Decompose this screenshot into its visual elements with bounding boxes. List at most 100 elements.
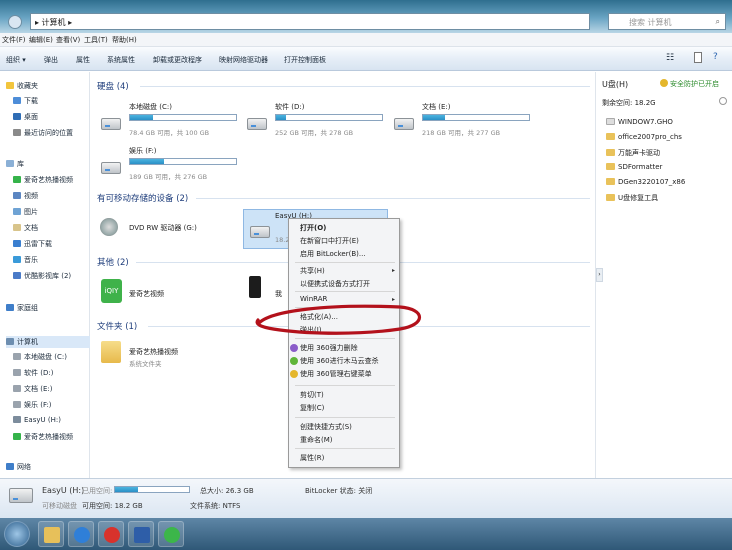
- drive-f-name[interactable]: 娱乐 (F:): [129, 146, 157, 156]
- file-item[interactable]: office2007pro_chs: [606, 133, 682, 141]
- taskbar: [0, 518, 732, 550]
- help-icon[interactable]: ?: [713, 52, 718, 62]
- drive-e-name[interactable]: 文档 (E:): [422, 102, 450, 112]
- dvd-drive-name[interactable]: DVD RW 驱动器 (G:): [129, 223, 197, 233]
- status-usage-bar: [114, 486, 190, 493]
- menu-open-portable[interactable]: 以便携式设备方式打开: [300, 279, 370, 289]
- sidebar-item-downloads[interactable]: 下载: [13, 96, 38, 106]
- menu-separator: [295, 262, 395, 263]
- file-item[interactable]: U盘修复工具: [606, 193, 658, 203]
- sidebar-item-drive-f[interactable]: 娱乐 (F:): [13, 400, 52, 410]
- sidebar-item-videos[interactable]: 视频: [13, 191, 38, 201]
- status-type: 可移动磁盘: [42, 502, 77, 510]
- menu-bitlocker[interactable]: 启用 BitLocker(B)...: [300, 249, 366, 259]
- menu-open-new-window[interactable]: 在新窗口中打开(E): [300, 236, 359, 246]
- computer-icon: [6, 338, 14, 345]
- file-item[interactable]: DGen3220107_x86: [606, 178, 685, 186]
- file-item[interactable]: 万能声卡驱动: [606, 148, 660, 158]
- uninstall-button[interactable]: 卸载或更改程序: [153, 55, 202, 65]
- menu-separator: [295, 385, 395, 386]
- drive-c-name[interactable]: 本地磁盘 (C:): [129, 102, 172, 112]
- network-item[interactable]: 网络: [6, 462, 31, 472]
- sidebar-item-youku[interactable]: 优酷影视库 (2): [13, 271, 71, 281]
- computer-group[interactable]: 计算机: [6, 336, 90, 348]
- folder-icon: [606, 149, 615, 156]
- menu-share[interactable]: 共享(H): [300, 266, 325, 276]
- menu-create-shortcut[interactable]: 创建快捷方式(S): [300, 422, 352, 432]
- folder-icon: [606, 163, 615, 170]
- folder-icon: [101, 341, 121, 363]
- start-orb-icon[interactable]: [4, 521, 30, 547]
- file-explorer-icon[interactable]: [38, 521, 64, 547]
- sidebar-item-drive-c[interactable]: 本地磁盘 (C:): [13, 352, 67, 362]
- favorites-group[interactable]: 收藏夹: [6, 81, 38, 91]
- file-item[interactable]: SDFormatter: [606, 163, 662, 171]
- folder-section-title[interactable]: 文件夹 (1): [97, 320, 137, 332]
- menu-360-manage[interactable]: 使用 360管理右键菜单: [300, 369, 372, 379]
- eject-button[interactable]: 弹出: [44, 55, 58, 65]
- other-section-title[interactable]: 其他 (2): [97, 256, 129, 268]
- security-status[interactable]: 安全防护已开启: [660, 79, 719, 89]
- menu-rename[interactable]: 重命名(M): [300, 435, 333, 445]
- sidebar-item-desktop[interactable]: 桌面: [13, 112, 38, 122]
- sidebar-item-drive-e[interactable]: 文档 (E:): [13, 384, 52, 394]
- menu-copy[interactable]: 复制(C): [300, 403, 324, 413]
- dvd-drive-icon: [100, 218, 118, 236]
- word-app-icon[interactable]: [128, 521, 154, 547]
- star-icon: [6, 82, 14, 89]
- map-drive-button[interactable]: 映射网络驱动器: [219, 55, 268, 65]
- hard-drive-icon: [101, 162, 121, 174]
- sidebar-item-music[interactable]: 音乐: [13, 255, 38, 265]
- file-item[interactable]: WINDOW7.GHO: [606, 118, 673, 126]
- address-bar[interactable]: ▸ 计算机 ▸: [30, 13, 590, 30]
- preview-pane-icon[interactable]: [694, 52, 702, 63]
- drive-d-name[interactable]: 软件 (D:): [275, 102, 304, 112]
- menu-bar: 文件(F) 编辑(E) 查看(V) 工具(T) 帮助(H): [0, 33, 732, 47]
- baidu-icon[interactable]: [98, 521, 124, 547]
- menu-file[interactable]: 文件(F): [2, 35, 26, 45]
- drive-c-detail: 78.4 GB 可用，共 100 GB: [129, 129, 210, 137]
- menu-open[interactable]: 打开(O): [300, 223, 326, 233]
- removable-section-title[interactable]: 有可移动存储的设备 (2): [97, 192, 188, 204]
- menu-edit[interactable]: 编辑(E): [29, 35, 53, 45]
- homegroup-item[interactable]: 家庭组: [6, 303, 38, 313]
- sidebar-item-recent[interactable]: 最近访问的位置: [13, 128, 73, 138]
- collapse-chevron-icon[interactable]: ›: [596, 268, 603, 282]
- ie-browser-icon[interactable]: [68, 521, 94, 547]
- shield-icon: [660, 79, 668, 87]
- folder-name[interactable]: 爱奇艺热播视频: [129, 347, 178, 357]
- drive-f-usage-bar: [129, 158, 237, 165]
- menu-tools[interactable]: 工具(T): [84, 35, 108, 45]
- system-properties-button[interactable]: 系统属性: [107, 55, 135, 65]
- control-panel-button[interactable]: 打开控制面板: [284, 55, 326, 65]
- 360-manage-icon: [290, 370, 298, 378]
- iqiyi-app-name[interactable]: 爱奇艺视频: [129, 289, 164, 299]
- sidebar-item-drive-h[interactable]: EasyU (H:): [13, 416, 61, 424]
- menu-help[interactable]: 帮助(H): [112, 35, 137, 45]
- menu-separator: [295, 417, 395, 418]
- menu-properties[interactable]: 属性(R): [300, 453, 324, 463]
- menu-cut[interactable]: 剪切(T): [300, 390, 324, 400]
- view-options-icon[interactable]: ☷: [666, 53, 674, 63]
- menu-view[interactable]: 查看(V): [56, 35, 80, 45]
- sidebar-item-thunder[interactable]: 迅雷下载: [13, 239, 52, 249]
- back-button[interactable]: [8, 15, 22, 29]
- download-icon: [13, 97, 21, 104]
- library-icon: [6, 160, 14, 167]
- sidebar-item-pictures[interactable]: 图片: [13, 207, 38, 217]
- wechat-icon[interactable]: [158, 521, 184, 547]
- search-box[interactable]: 搜索 计算机 ⌕: [608, 13, 726, 30]
- sidebar-item-drive-d[interactable]: 软件 (D:): [13, 368, 53, 378]
- menu-360-scan[interactable]: 使用 360进行木马云查杀: [300, 356, 379, 366]
- sidebar-item-iqiyi-videos[interactable]: 爱奇艺热播视频: [13, 432, 73, 442]
- settings-gear-icon[interactable]: [719, 97, 727, 105]
- hdd-section-title[interactable]: 硬盘 (4): [97, 80, 129, 92]
- library-group[interactable]: 库: [6, 159, 24, 169]
- status-filesystem: 文件系统: NTFS: [190, 502, 241, 510]
- properties-button[interactable]: 属性: [76, 55, 90, 65]
- organize-button[interactable]: 组织 ▾: [6, 55, 26, 65]
- status-bitlocker: BitLocker 状态: 关闭: [305, 487, 373, 495]
- sidebar-item-documents[interactable]: 文档: [13, 223, 38, 233]
- sidebar-item-iqiyi[interactable]: 爱奇艺热播视频: [13, 175, 73, 185]
- menu-360-delete[interactable]: 使用 360强力删除: [300, 343, 358, 353]
